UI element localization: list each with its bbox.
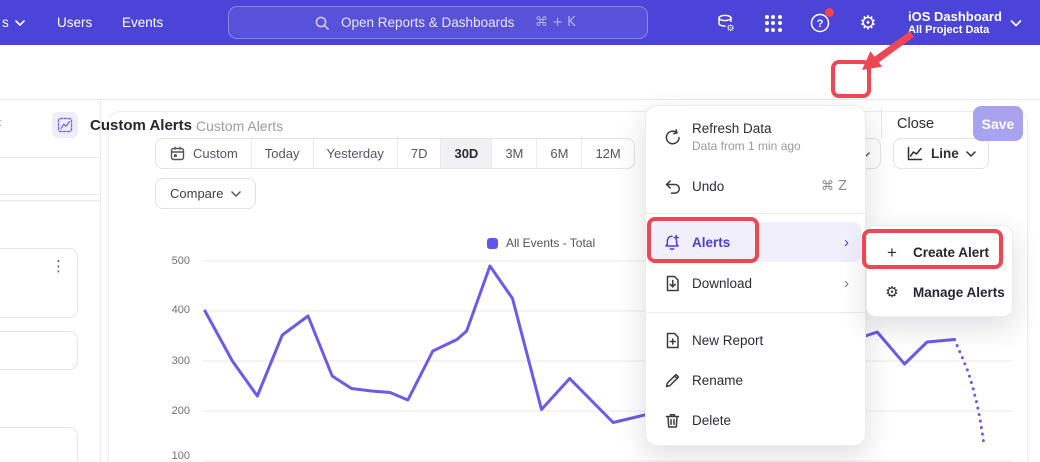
submenu-chevron-icon: › (844, 235, 849, 250)
calendar-icon (169, 145, 186, 162)
menu-item-download[interactable]: Download › (652, 263, 861, 303)
top-navbar: s Users Events Open Reports & Dashboards… (0, 0, 1040, 45)
menu-item-new-report[interactable]: New Report (652, 320, 861, 360)
y-axis-tick: 100 (155, 450, 190, 462)
menu-item-alerts[interactable]: Alerts › (652, 222, 861, 262)
project-subtitle: All Project Data (908, 24, 1002, 37)
menu-item-sublabel: Data from 1 min ago (692, 139, 801, 153)
left-panel-card[interactable] (0, 427, 78, 462)
settings-gear-icon[interactable]: ⚙ (855, 10, 881, 36)
apps-grid-icon[interactable] (760, 10, 786, 36)
download-icon (662, 273, 682, 293)
legend-swatch (487, 238, 498, 249)
menu-item-label: Refresh Data (692, 121, 801, 136)
search-icon (313, 14, 331, 32)
date-range-yesterday[interactable]: Yesterday (314, 139, 398, 168)
toolbar-divider (881, 108, 882, 139)
menu-item-label: Alerts (692, 235, 730, 250)
svg-text:⚙: ⚙ (727, 24, 735, 34)
y-axis-tick: 500 (155, 255, 190, 267)
search-placeholder: Open Reports & Dashboards (341, 15, 514, 30)
menu-item-label: Delete (692, 413, 731, 428)
breadcrumb: Custom Alerts (196, 118, 283, 134)
left-panel-card[interactable] (0, 331, 78, 370)
page-title: Custom Alerts (90, 117, 192, 134)
submenu-item-create-alert[interactable]: + Create Alert (873, 234, 1008, 270)
chevron-down-icon (1010, 19, 1022, 28)
delete-trash-icon (662, 410, 682, 430)
left-panel-row-divider (0, 157, 100, 158)
nav-item-users[interactable]: Users (57, 0, 92, 45)
nav-partial-label: s (2, 15, 9, 30)
left-panel-row-divider (0, 200, 100, 201)
line-chart-icon (906, 145, 924, 162)
undo-icon (662, 176, 682, 196)
legend-item[interactable]: All Events - Total (487, 236, 595, 250)
y-axis-tick: 400 (155, 304, 190, 316)
date-range-today[interactable]: Today (252, 139, 314, 168)
chevron-down-icon (15, 19, 25, 27)
submenu-item-manage-alerts[interactable]: ⚙ Manage Alerts (873, 274, 1008, 310)
chart-type-button[interactable]: Line (893, 138, 989, 169)
panel-edge-fragment: ‹ (0, 114, 2, 132)
refresh-icon (662, 127, 682, 147)
compare-button[interactable]: Compare (155, 178, 256, 209)
data-connections-icon[interactable]: ⚙ (713, 10, 739, 36)
submenu-item-label: Create Alert (913, 245, 989, 260)
chevron-down-icon (966, 150, 976, 158)
submenu-item-label: Manage Alerts (913, 285, 1005, 300)
close-button[interactable]: Close (897, 116, 934, 132)
y-axis-tick: 300 (155, 355, 190, 367)
date-range-custom[interactable]: Custom (156, 139, 252, 168)
alerts-bell-icon (662, 232, 682, 252)
menu-item-label: Rename (692, 373, 743, 388)
left-panel-divider (100, 100, 101, 462)
date-range-selector: Custom Today Yesterday 7D 30D 3M 6M 12M (155, 138, 635, 169)
help-icon[interactable]: ? (807, 10, 833, 36)
project-name: iOS Dashboard (908, 9, 1002, 24)
menu-item-label: Undo (692, 179, 724, 194)
menu-divider (646, 312, 867, 313)
nav-item-events[interactable]: Events (122, 0, 163, 45)
save-button[interactable]: Save (973, 106, 1023, 141)
report-toolbar: ‹ Custom Alerts Custom Alerts GV Duplica… (0, 45, 1040, 100)
svg-text:?: ? (817, 18, 824, 30)
date-range-7d[interactable]: 7D (398, 139, 442, 168)
date-range-3m[interactable]: 3M (492, 139, 537, 168)
menu-item-delete[interactable]: Delete (652, 400, 861, 440)
menu-item-refresh-data[interactable]: Refresh Data Data from 1 min ago (652, 113, 861, 161)
menu-item-label: New Report (692, 333, 763, 348)
plus-icon: + (883, 243, 901, 261)
menu-item-label: Download (692, 276, 752, 291)
left-panel-row-divider (0, 194, 100, 195)
gear-icon: ⚙ (883, 283, 901, 301)
date-range-30d[interactable]: 30D (441, 139, 492, 168)
report-type-icon (52, 112, 78, 138)
rename-pencil-icon (662, 370, 682, 390)
more-options-menu: Refresh Data Data from 1 min ago Undo ⌘ … (645, 105, 866, 446)
menu-divider (646, 213, 867, 214)
submenu-chevron-icon: › (844, 276, 849, 291)
legend-label: All Events - Total (506, 236, 595, 250)
y-axis-tick: 200 (155, 405, 190, 417)
search-shortcut: ⌘ + K (535, 15, 576, 30)
kebab-menu-icon[interactable]: ⋮ (51, 257, 66, 275)
menu-item-undo[interactable]: Undo ⌘ Z (652, 166, 861, 206)
project-selector[interactable]: iOS Dashboard All Project Data (908, 4, 1022, 42)
alerts-submenu: + Create Alert ⚙ Manage Alerts (866, 225, 1013, 317)
chevron-down-icon (231, 190, 241, 198)
date-range-6m[interactable]: 6M (537, 139, 582, 168)
menu-item-shortcut: ⌘ Z (821, 179, 847, 194)
left-panel-card[interactable]: ⋮ (0, 248, 78, 318)
menu-item-rename[interactable]: Rename (652, 360, 861, 400)
date-range-12m[interactable]: 12M (582, 139, 633, 168)
nav-item-boards-partial[interactable]: s (2, 0, 25, 45)
new-report-icon (662, 330, 682, 350)
notification-badge (825, 8, 834, 17)
search-input[interactable]: Open Reports & Dashboards ⌘ + K (228, 6, 648, 39)
